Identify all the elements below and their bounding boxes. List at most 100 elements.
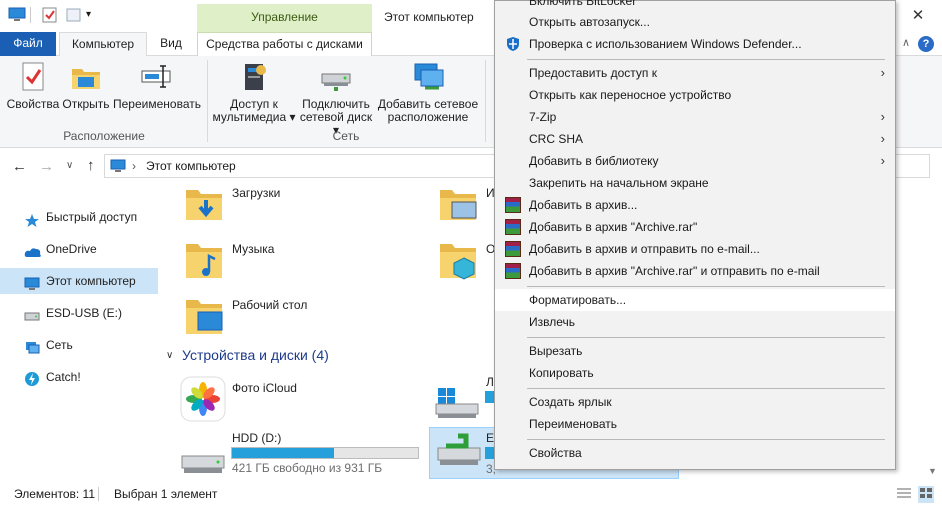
hdd-free-space: 421 ГБ свободно из 931 ГБ (232, 461, 383, 475)
tiles-view-icon[interactable] (918, 486, 934, 503)
menu-item-copy[interactable]: Копировать (495, 362, 895, 384)
hdd-usage-bar (231, 447, 419, 459)
computer-icon (8, 7, 26, 23)
group-label-location: Расположение (63, 129, 145, 143)
menu-item-archive-email[interactable]: Добавить в архив и отправить по e-mail..… (495, 238, 895, 260)
up-arrow-icon[interactable]: ↑ (87, 157, 95, 174)
window-title: Этот компьютер (384, 10, 474, 24)
menu-item-archive-rar-email[interactable]: Добавить в архив "Archive.rar" и отправи… (495, 260, 895, 282)
ribbon-collapse-icon[interactable]: ∧ (902, 36, 910, 49)
hdd-drive-label[interactable]: HDD (D:) (232, 431, 281, 445)
star-icon (24, 210, 40, 227)
defender-shield-icon (505, 36, 521, 52)
nav-item-esd-usb[interactable]: ESD-USB (E:) (0, 300, 158, 326)
nav-item-catch[interactable]: Catch! (0, 364, 158, 390)
network-icon (24, 338, 40, 354)
context-menu: Включить BitLocker Открыть автозапуск...… (494, 0, 896, 470)
details-view-icon[interactable] (896, 486, 912, 503)
nav-item-network[interactable]: Сеть (0, 332, 158, 358)
help-icon[interactable]: ? (918, 36, 934, 52)
computer-icon (24, 274, 40, 290)
esd-usb-usage-fill (485, 447, 494, 459)
computer-icon (110, 159, 126, 176)
back-arrow-icon[interactable]: ← (12, 158, 27, 175)
local-disk-usage-fill (485, 391, 494, 403)
menu-item-format[interactable]: Форматировать... (495, 289, 895, 311)
forward-arrow-icon[interactable]: → (39, 158, 54, 175)
status-selection: Выбран 1 элемент (114, 487, 218, 501)
customize-toolbar-icon[interactable]: ▾ (86, 9, 102, 25)
ribbon-separator (485, 60, 486, 142)
menu-separator (527, 388, 885, 389)
close-icon[interactable]: ✕ (905, 4, 931, 28)
vertical-scrollbar[interactable] (924, 184, 942, 480)
tab-view[interactable]: Вид (150, 32, 192, 56)
properties-button[interactable]: Свойства (6, 60, 60, 111)
hdd-drive-icon[interactable] (180, 448, 226, 479)
menu-item-cut[interactable]: Вырезать (495, 340, 895, 362)
scroll-down-icon[interactable]: ▼ (928, 466, 937, 476)
add-network-location-button[interactable]: Добавить сетевое расположение (376, 60, 480, 124)
menu-item-give-access[interactable]: Предоставить доступ к › (495, 62, 895, 84)
menu-item-properties[interactable]: Свойства (495, 442, 895, 464)
menu-item-rename[interactable]: Переименовать (495, 413, 895, 435)
local-disk-label[interactable]: Л (486, 375, 494, 389)
properties-check-icon[interactable] (42, 7, 58, 23)
group-label-network: Сеть (332, 129, 360, 143)
menu-item-add-to-library[interactable]: Добавить в библиотеку › (495, 150, 895, 172)
folder-desktop-label[interactable]: Рабочий стол (232, 298, 307, 312)
menu-item-defender-scan[interactable]: Проверка с использованием Windows Defend… (495, 33, 895, 55)
folder-pictures-icon[interactable] (438, 186, 480, 225)
rename-button[interactable]: Переименовать (112, 60, 202, 111)
media-access-button[interactable]: Доступ к мультимедиа ▾ (212, 60, 296, 124)
menu-item-add-archive-rar[interactable]: Добавить в архив "Archive.rar" (495, 216, 895, 238)
map-network-drive-button[interactable]: Подключить сетевой диск ▾ (298, 60, 374, 137)
folder-music-label[interactable]: Музыка (232, 242, 274, 256)
devices-section-header[interactable]: Устройства и диски (4) (182, 347, 329, 363)
context-tab-group: Управление (197, 4, 372, 32)
nav-item-quick-access[interactable]: Быстрый доступ (0, 204, 158, 230)
menu-item-open-portable[interactable]: Открыть как переносное устройство (495, 84, 895, 106)
open-folder-icon (69, 60, 103, 94)
esd-usb-label[interactable]: E (486, 431, 494, 445)
folder-downloads-label[interactable]: Загрузки (232, 186, 280, 200)
menu-item-7zip[interactable]: 7-Zip › (495, 106, 895, 128)
icloud-photos-label[interactable]: Фото iCloud (232, 381, 297, 395)
folder-downloads-icon[interactable] (184, 186, 226, 225)
navigation-pane: Быстрый доступ OneDrive Этот компьютер E… (0, 184, 160, 480)
open-button[interactable]: Открыть (60, 60, 112, 111)
submenu-arrow-icon: › (880, 131, 885, 146)
hdd-usage-fill (232, 448, 335, 458)
menu-item-pin-start[interactable]: Закрепить на начальном экране (495, 172, 895, 194)
usb-drive-icon[interactable] (436, 432, 482, 473)
local-disk-icon[interactable] (434, 384, 480, 423)
status-item-count: Элементов: 11 (14, 487, 95, 501)
folder-3d-objects-icon[interactable] (438, 240, 480, 283)
icloud-photos-icon[interactable] (180, 376, 226, 425)
recent-locations-icon[interactable]: ∨ (66, 160, 73, 171)
winrar-icon (505, 219, 521, 235)
tab-disk-tools[interactable]: Средства работы с дисками (197, 32, 372, 56)
new-folder-icon[interactable] (66, 7, 82, 23)
section-collapse-icon[interactable]: ∨ (166, 350, 173, 361)
breadcrumb[interactable]: Этот компьютер (146, 159, 236, 173)
menu-item-eject[interactable]: Извлечь (495, 311, 895, 333)
menu-separator (527, 59, 885, 60)
tab-file[interactable]: Файл (0, 32, 56, 56)
menu-item-crc-sha[interactable]: CRC SHA › (495, 128, 895, 150)
winrar-icon (505, 241, 521, 257)
menu-item-add-archive[interactable]: Добавить в архив... (495, 194, 895, 216)
submenu-arrow-icon: › (880, 109, 885, 124)
folder-music-icon[interactable] (184, 240, 226, 283)
submenu-arrow-icon: › (880, 65, 885, 80)
network-drive-icon (319, 60, 353, 94)
folder-desktop-icon[interactable] (184, 296, 226, 339)
nav-item-onedrive[interactable]: OneDrive (0, 236, 158, 262)
menu-item-create-shortcut[interactable]: Создать ярлык (495, 391, 895, 413)
tab-computer[interactable]: Компьютер (59, 32, 147, 57)
breadcrumb-chevron-icon[interactable]: › (132, 159, 136, 173)
menu-item-autoplay[interactable]: Открыть автозапуск... (495, 11, 895, 33)
status-separator (98, 487, 99, 501)
nav-item-this-pc[interactable]: Этот компьютер (0, 268, 158, 294)
winrar-icon (505, 197, 521, 213)
